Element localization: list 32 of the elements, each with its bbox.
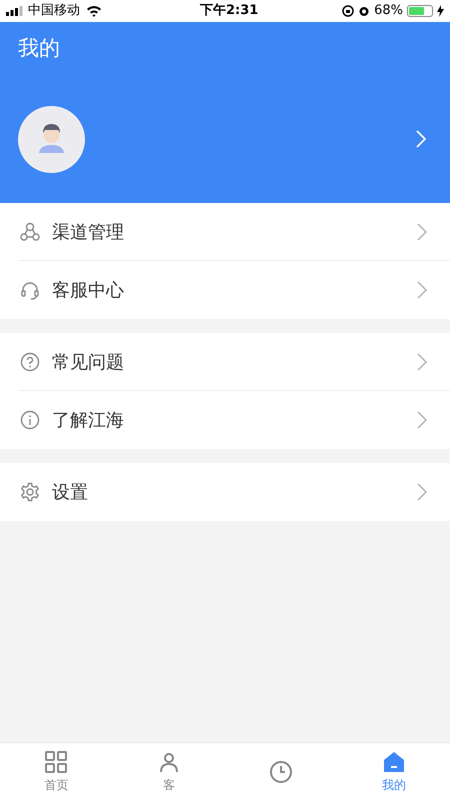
menu-item[interactable]: 常见问题 (0, 333, 450, 391)
chevron-right-icon (416, 482, 428, 502)
clock-icon (269, 760, 294, 784)
chevron-right-icon (416, 222, 428, 242)
rotation-lock-icon (342, 5, 354, 17)
page-title: 我的 (18, 35, 60, 62)
chevron-right-icon (416, 352, 428, 372)
menu-item[interactable]: 设置 (0, 463, 450, 521)
charging-icon (437, 5, 444, 17)
tab[interactable]: 我的 (338, 743, 450, 800)
menu-item[interactable]: 客服中心 (0, 261, 450, 319)
tab[interactable]: 客 (112, 743, 225, 800)
grid-icon (44, 750, 68, 774)
menu-item[interactable]: 了解江海 (0, 391, 450, 449)
menu-item[interactable]: 渠道管理 (0, 203, 450, 261)
carrier-name: 中国移动 (28, 2, 80, 20)
battery-percent: 68% (374, 2, 403, 20)
tab[interactable]: 首页 (0, 743, 112, 800)
battery-icon (407, 5, 433, 17)
info-icon (20, 410, 40, 430)
settings-icon (20, 482, 40, 502)
chevron-right-icon (416, 410, 428, 430)
headset-icon (20, 280, 40, 300)
alarm-icon (358, 5, 370, 17)
house-icon (382, 750, 406, 774)
chevron-right-icon (416, 280, 428, 300)
avatar-icon[interactable] (18, 106, 85, 173)
network-icon (20, 222, 40, 242)
wifi-icon (86, 5, 102, 17)
chevron-right-icon[interactable] (415, 129, 427, 149)
help-icon (20, 352, 40, 372)
status-time: 下午2:31 (200, 2, 258, 20)
